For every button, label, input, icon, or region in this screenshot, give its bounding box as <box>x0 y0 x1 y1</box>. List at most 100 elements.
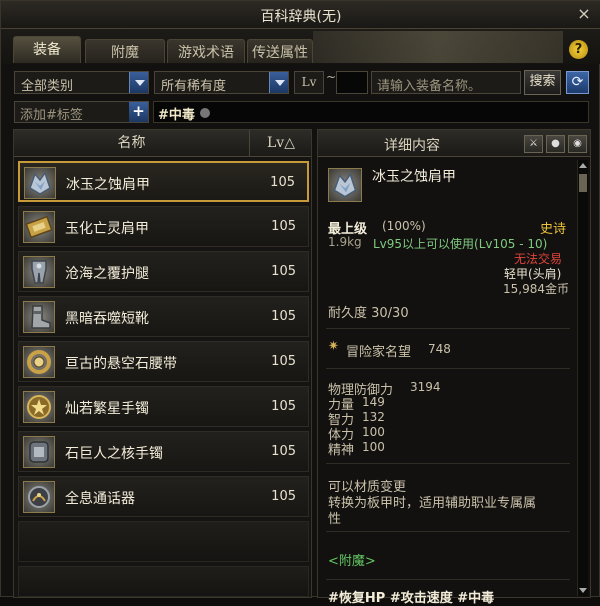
tab-bar: 装备 附魔 游戏术语 传送属性 ? <box>1 29 600 64</box>
item-name: 灿若繁星手镯 <box>65 401 149 417</box>
list-item[interactable]: 沧海之覆护腿 105 <box>18 251 309 292</box>
active-tags: #中毒 <box>153 101 589 123</box>
add-tag-button[interactable]: + <box>129 102 148 122</box>
category-value: 全部类别 <box>21 79 74 94</box>
list-item[interactable]: 石巨人之核手镯 105 <box>18 431 309 472</box>
list-item[interactable]: 全息通话器 105 <box>18 476 309 517</box>
search-input[interactable]: 请输入装备名称。 <box>371 71 521 94</box>
item-lv: 105 <box>271 264 296 279</box>
item-lv: 105 <box>270 175 295 190</box>
lv-max-input[interactable] <box>336 71 368 94</box>
equipment-list: 名称 Lv△ 冰玉之蚀肩甲 105 玉化亡灵肩甲 105 沧海之覆护腿 105 <box>13 129 312 598</box>
filter-row: 全部类别 所有稀有度 Lv ~ 请输入装备名称。 搜索 ⟳ <box>1 69 600 97</box>
stat-value: 100 <box>362 440 385 454</box>
eye-icon[interactable]: ◉ <box>568 135 587 153</box>
item-lv: 105 <box>271 444 296 459</box>
list-item[interactable]: 亘古的悬空石腰带 105 <box>18 341 309 382</box>
fame-value: 748 <box>428 342 451 356</box>
compare-icon[interactable]: ⚔ <box>524 135 543 153</box>
stat-value: 3194 <box>410 380 441 394</box>
item-price: 15,984金币 <box>503 282 569 296</box>
divider <box>326 328 570 329</box>
detail-item-name: 冰玉之蚀肩甲 <box>372 169 456 185</box>
divider <box>326 579 570 580</box>
leg-armor-icon <box>23 256 55 288</box>
add-tag-input[interactable]: 添加#标签 + <box>14 101 149 123</box>
item-lv: 105 <box>271 309 296 324</box>
title-bar[interactable]: 百科辞典(无) × <box>1 1 600 29</box>
description-line: 转换为板甲时，适用辅助职业专属属 <box>328 496 537 511</box>
list-item[interactable]: 冰玉之蚀肩甲 105 <box>18 161 309 202</box>
belt-icon <box>23 346 55 378</box>
list-item[interactable]: 灿若繁星手镯 105 <box>18 386 309 427</box>
tab-teleport-attr[interactable]: 传送属性 <box>247 39 313 63</box>
divider <box>326 463 570 464</box>
rarity-select[interactable]: 所有稀有度 <box>154 71 289 94</box>
empty-row <box>18 521 309 562</box>
help-icon[interactable]: ? <box>569 40 588 59</box>
detail-title: 详细内容 <box>384 138 440 154</box>
list-item[interactable]: 玉化亡灵肩甲 105 <box>18 206 309 247</box>
empty-row <box>18 566 309 597</box>
item-name: 全息通话器 <box>65 491 135 507</box>
tag-row: 添加#标签 + #中毒 <box>1 99 600 125</box>
weight: 1.9kg <box>328 235 362 249</box>
description-line: 性 <box>328 512 342 527</box>
close-icon[interactable]: × <box>575 5 593 23</box>
tab-game-terms[interactable]: 游戏术语 <box>167 39 245 63</box>
banner-image <box>313 31 563 63</box>
lv-range-separator: ~ <box>326 70 337 84</box>
communicator-icon <box>23 481 55 513</box>
undead-shoulder-icon <box>23 211 55 243</box>
item-name: 玉化亡灵肩甲 <box>65 221 149 237</box>
item-lv: 105 <box>271 399 296 414</box>
grade-percent: (100%) <box>382 219 426 233</box>
scroll-up-icon[interactable] <box>578 161 588 171</box>
item-name: 黑暗吞噬短靴 <box>65 311 149 327</box>
item-name: 冰玉之蚀肩甲 <box>66 177 150 193</box>
tag-chip[interactable]: #中毒 <box>158 104 195 123</box>
star-bracelet-icon <box>23 391 55 423</box>
scroll-thumb[interactable] <box>579 174 587 192</box>
item-lv: 105 <box>271 219 296 234</box>
detail-body: 冰玉之蚀肩甲 最上级 (100%) 史诗 1.9kg Lv95以上可以使用(Lv… <box>318 158 576 606</box>
stat-value: 100 <box>362 425 385 439</box>
list-header: 名称 Lv△ <box>14 130 311 157</box>
item-name: 石巨人之核手镯 <box>65 446 163 462</box>
refresh-icon[interactable]: ⟳ <box>566 71 589 94</box>
stat-value: 132 <box>362 410 385 424</box>
item-name: 亘古的悬空石腰带 <box>65 356 177 372</box>
tab-enchant[interactable]: 附魔 <box>85 39 165 63</box>
fame-star-icon: ✷ <box>328 339 339 354</box>
chevron-down-icon[interactable] <box>269 72 288 93</box>
category-select[interactable]: 全部类别 <box>14 71 149 94</box>
detail-scrollbar[interactable] <box>577 160 588 596</box>
detail-panel: 详细内容 ⚔ ● ◉ 冰玉之蚀肩甲 最上级 (100%) 史诗 1.9kg Lv… <box>317 129 591 606</box>
column-lv[interactable]: Lv△ <box>251 130 311 157</box>
lv-label: Lv <box>294 71 324 94</box>
stat-value: 149 <box>362 395 385 409</box>
enchant-label: <附魔> <box>328 554 376 569</box>
list-item[interactable]: 黑暗吞噬短靴 105 <box>18 296 309 337</box>
remove-tag-icon[interactable] <box>200 108 210 118</box>
location-pin-icon[interactable]: ● <box>546 135 565 153</box>
fame-label: 冒险家名望 <box>346 345 412 360</box>
boots-icon <box>23 301 55 333</box>
chevron-down-icon[interactable] <box>129 72 148 93</box>
search-button[interactable]: 搜索 <box>524 70 561 95</box>
durability: 耐久度 30/30 <box>328 306 409 321</box>
ice-shoulder-icon <box>328 168 362 202</box>
rarity-value: 所有稀有度 <box>161 79 227 94</box>
ice-shoulder-icon <box>24 167 56 199</box>
golem-bracelet-icon <box>23 436 55 468</box>
scroll-down-icon[interactable] <box>578 585 588 595</box>
divider <box>326 368 570 369</box>
divider <box>326 531 570 532</box>
column-name[interactable]: 名称 <box>14 130 250 157</box>
detail-header: 详细内容 ⚔ ● ◉ <box>318 130 590 157</box>
item-lv: 105 <box>271 489 296 504</box>
tab-equipment[interactable]: 装备 <box>13 36 81 63</box>
item-name: 沧海之覆护腿 <box>65 266 149 282</box>
add-tag-placeholder: 添加#标签 <box>20 108 83 123</box>
stat-label: 精神 <box>328 443 355 458</box>
